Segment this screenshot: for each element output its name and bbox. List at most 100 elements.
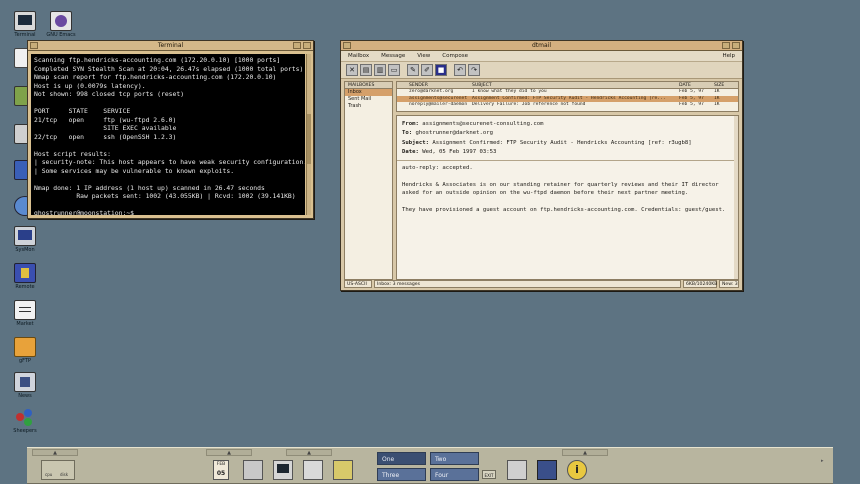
message-view[interactable]: From: assignments@securenet-consulting.c… <box>396 115 739 280</box>
mail-title: dtmail <box>531 42 552 49</box>
message-row[interactable]: noreply@mailer-daemon... Delivery Failur… <box>397 102 738 109</box>
file-manager-icon[interactable] <box>243 460 263 480</box>
message-list-header: SENDER SUBJECT DATE SIZE <box>397 82 738 89</box>
terminal-prompt: ghostrunner@moonstation:~$ <box>34 209 135 215</box>
mail-panel-icon[interactable] <box>303 460 323 480</box>
gftp-icon <box>14 337 36 357</box>
mail-toolbar: ✕ ▤ ▥ ▭ ✎ ✐ ■ ↶ ↷ <box>341 62 742 79</box>
message-size: 1K <box>714 102 720 107</box>
subpanel-arrow[interactable]: ▲ <box>286 449 332 456</box>
workspace-three-button[interactable]: Three <box>377 468 426 481</box>
calendar-day: 05 <box>216 470 226 477</box>
reply-icon[interactable]: ↶ <box>454 64 466 76</box>
desktop-icon-sheepers[interactable]: Sheepers <box>3 407 47 435</box>
terminal-line: Raw packets sent: 1002 (43.055KB) | Rcvd… <box>34 192 296 200</box>
workspace-four-button[interactable]: Four <box>430 468 479 481</box>
delete-icon[interactable]: ✕ <box>346 64 358 76</box>
editor-panel-icon[interactable] <box>333 460 353 480</box>
menu-compose[interactable]: Compose <box>442 53 468 59</box>
desktop-icon-gnu-emacs[interactable]: GNU Emacs <box>39 11 83 39</box>
body-paragraph: They have provisioned a guest account on… <box>402 206 726 213</box>
desktop-icon-news[interactable]: News <box>3 372 47 400</box>
terminal-line: Nmap done: 1 IP address (1 host up) scan… <box>34 183 265 192</box>
maximize-button[interactable] <box>732 42 740 49</box>
status-new: New: 3 <box>719 280 739 288</box>
body-paragraph: Hendricks & Associates is on our standin… <box>402 181 719 197</box>
panel-menu-icon[interactable]: ▸ <box>821 458 827 466</box>
notepad-icon <box>14 300 36 320</box>
from-label: From: <box>402 121 419 127</box>
message-scrollbar[interactable] <box>734 116 738 279</box>
terminal-line: | Some services may be vulnerable to kno… <box>34 166 235 175</box>
info-icon[interactable]: i <box>567 460 587 480</box>
status-count: Inbox: 3 messages <box>374 280 681 288</box>
column-size[interactable]: SIZE <box>711 82 731 88</box>
terminal-titlebar[interactable]: Terminal <box>28 41 313 51</box>
subpanel-arrow[interactable]: ▲ <box>32 449 78 456</box>
terminal-icon <box>14 11 36 31</box>
minimize-button[interactable] <box>722 42 730 49</box>
terminal-window[interactable]: Terminal Scanning ftp.hendricks-accounti… <box>27 40 314 219</box>
calendar-icon[interactable]: FEB 05 <box>213 460 229 480</box>
header-from: From: assignments@securenet-consulting.c… <box>402 120 733 129</box>
sheepers-icon <box>14 407 36 427</box>
mailbox-sent-mail[interactable]: Sent Mail <box>345 96 392 103</box>
next-icon[interactable]: ▤ <box>360 64 372 76</box>
menu-message[interactable]: Message <box>381 53 405 59</box>
terminal-line: PORT STATE SERVICE <box>34 107 131 115</box>
column-date[interactable]: DATE <box>676 82 711 88</box>
mailbox-trash[interactable]: Trash <box>345 103 392 110</box>
subject-label: Subject: <box>402 139 429 146</box>
workspace-one-button[interactable]: One <box>377 452 426 465</box>
terminal-line: 22/tcp open ssh (OpenSSH 1.2.3) <box>34 132 177 141</box>
terminal-panel-icon[interactable] <box>273 460 293 480</box>
message-body: auto-reply: accepted. Hendricks & Associ… <box>397 161 738 225</box>
column-sender[interactable]: SENDER <box>397 82 468 88</box>
status-encoding: US-ASCII <box>344 280 372 288</box>
message-headers: From: assignments@securenet-consulting.c… <box>397 116 738 162</box>
menu-help[interactable]: Help <box>722 53 735 59</box>
exit-button[interactable]: EXIT <box>482 470 496 479</box>
mail-statusbar: US-ASCII Inbox: 3 messages 6KB/10240KB N… <box>344 280 739 288</box>
printer-panel-icon[interactable] <box>507 460 527 480</box>
mailbox-icon[interactable]: ■ <box>435 64 447 76</box>
header-date: Date: Wed, 05 Feb 1997 03:53 <box>402 148 733 157</box>
forward-icon[interactable]: ↷ <box>468 64 480 76</box>
subpanel-arrow[interactable]: ▲ <box>562 449 608 456</box>
window-menu-button[interactable] <box>30 42 38 49</box>
desktop-icon-remote[interactable]: Remote <box>3 263 47 291</box>
compose-icon[interactable]: ✎ <box>407 64 419 76</box>
terminal-scrollbar[interactable] <box>306 54 311 215</box>
maximize-button[interactable] <box>303 42 311 49</box>
workspace-two-button[interactable]: Two <box>430 452 479 465</box>
print-icon[interactable]: ▥ <box>374 64 386 76</box>
terminal-output[interactable]: Scanning ftp.hendricks-accounting.com (1… <box>31 54 305 215</box>
save-icon[interactable]: ▭ <box>388 64 400 76</box>
menu-view[interactable]: View <box>417 53 430 59</box>
terminal-line: Not shown: 998 closed tcp ports (reset) <box>34 90 185 98</box>
mail-titlebar[interactable]: dtmail <box>341 41 742 51</box>
menu-mailbox[interactable]: Mailbox <box>348 53 369 59</box>
mail-window[interactable]: dtmail Mailbox Message View Compose Help… <box>340 40 743 291</box>
date-value: Wed, 05 Feb 1997 03:53 <box>422 148 497 155</box>
mailbox-inbox[interactable]: Inbox <box>345 89 392 96</box>
column-subject[interactable]: SUBJECT <box>468 82 676 88</box>
terminal-title: Terminal <box>157 42 184 49</box>
desktop-icon-sysmon[interactable]: SysMon <box>3 226 47 254</box>
desktop-icon-gftp[interactable]: gFTP <box>3 337 47 365</box>
scrollbar-thumb[interactable] <box>307 114 311 164</box>
subpanel-arrow[interactable]: ▲ <box>206 449 252 456</box>
style-manager-icon[interactable] <box>537 460 557 480</box>
terminal-line: Host is up (0.0079s latency). <box>34 81 146 90</box>
desktop-icon-market[interactable]: Market <box>3 300 47 328</box>
edit-icon[interactable]: ✐ <box>421 64 433 76</box>
mail-menubar: Mailbox Message View Compose Help <box>341 51 742 62</box>
window-menu-button[interactable] <box>343 42 351 49</box>
minimize-button[interactable] <box>293 42 301 49</box>
load-monitor: cpu disk <box>41 460 75 480</box>
message-subject: Delivery Failure: Job reference not foun… <box>472 102 586 107</box>
body-paragraph: auto-reply: accepted. <box>402 165 473 172</box>
